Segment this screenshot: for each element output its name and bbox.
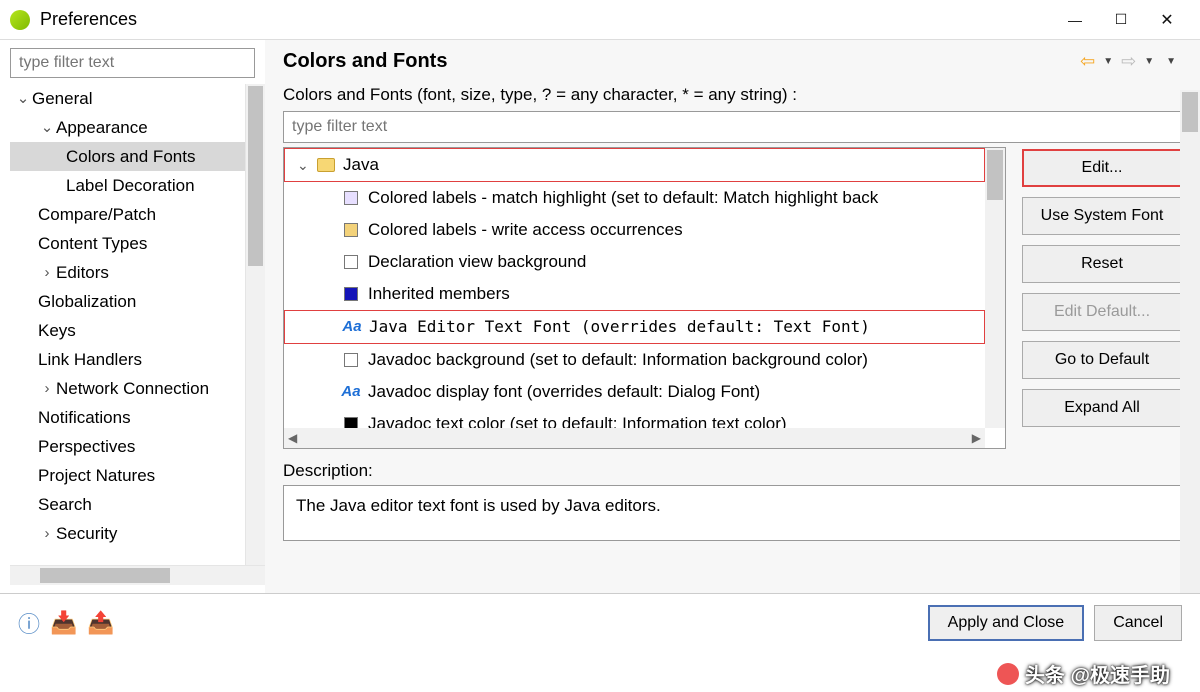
collapse-icon: ⌄ <box>14 84 32 113</box>
edit-button[interactable]: Edit... <box>1022 149 1182 187</box>
tree-item-security[interactable]: ›Security <box>10 519 245 548</box>
list-item[interactable]: Javadoc background (set to default: Info… <box>284 344 985 376</box>
import-icon[interactable]: 📥 <box>50 610 77 636</box>
description-label: Description: <box>283 461 1182 481</box>
list-category-java[interactable]: ⌄ Java <box>284 148 985 182</box>
tree-item-colors-fonts[interactable]: Colors and Fonts <box>10 142 245 171</box>
expand-icon: › <box>38 374 56 403</box>
tree-scrollbar[interactable] <box>245 84 265 565</box>
tree-item-compare-patch[interactable]: Compare/Patch <box>10 200 245 229</box>
folder-icon <box>315 156 337 174</box>
list-item[interactable]: Inherited members <box>284 278 985 310</box>
collapse-icon: ⌄ <box>38 113 56 142</box>
nav-forward-icon[interactable]: ⇨ <box>1119 51 1138 72</box>
list-item[interactable]: Colored labels - write access occurrence… <box>284 214 985 246</box>
tree-item-link-handlers[interactable]: Link Handlers <box>10 345 245 374</box>
preferences-tree[interactable]: ⌄General ⌄Appearance Colors and Fonts La… <box>10 84 245 565</box>
dialog-button-bar: ⓘ 📥 📤 Apply and Close Cancel <box>0 594 1200 652</box>
color-swatch-icon <box>340 285 362 303</box>
export-icon[interactable]: 📤 <box>87 610 114 636</box>
preferences-page: Colors and Fonts ⇦ ▼ ⇨ ▼ ▼ Colors and Fo… <box>265 40 1200 593</box>
tree-hscrollbar[interactable] <box>10 565 265 585</box>
expand-icon: › <box>38 519 56 548</box>
apply-and-close-button[interactable]: Apply and Close <box>928 605 1085 641</box>
color-swatch-icon <box>340 351 362 369</box>
colors-fonts-filter-input[interactable] <box>283 111 1182 143</box>
list-vscrollbar[interactable] <box>985 148 1005 428</box>
minimize-button[interactable]: — <box>1052 4 1098 36</box>
list-item[interactable]: Javadoc text color (set to default: Info… <box>284 408 985 428</box>
color-swatch-icon <box>340 189 362 207</box>
tree-item-label-decorations[interactable]: Label Decoration <box>10 171 245 200</box>
filter-hint-label: Colors and Fonts (font, size, type, ? = … <box>283 85 1182 105</box>
tree-filter-input[interactable] <box>10 48 255 78</box>
reset-button[interactable]: Reset <box>1022 245 1182 283</box>
help-icon[interactable]: ⓘ <box>18 607 40 639</box>
goto-default-button[interactable]: Go to Default <box>1022 341 1182 379</box>
tree-item-content-types[interactable]: Content Types <box>10 229 245 258</box>
list-hscrollbar[interactable]: ◀▶ <box>284 428 985 448</box>
app-icon <box>10 10 30 30</box>
cancel-button[interactable]: Cancel <box>1094 605 1182 641</box>
scroll-right-icon[interactable]: ▶ <box>972 431 981 445</box>
tree-item-network[interactable]: ›Network Connection <box>10 374 245 403</box>
tree-item-perspectives[interactable]: Perspectives <box>10 432 245 461</box>
font-icon: Aa <box>340 383 362 401</box>
watermark-icon <box>997 663 1019 685</box>
window-title: Preferences <box>40 9 137 30</box>
nav-back-drop-icon[interactable]: ▼ <box>1097 56 1119 67</box>
tree-item-project-natures[interactable]: Project Natures <box>10 461 245 490</box>
list-item[interactable]: Declaration view background <box>284 246 985 278</box>
nav-menu-icon[interactable]: ▼ <box>1160 56 1182 67</box>
tree-item-general[interactable]: ⌄General <box>10 84 245 113</box>
nav-back-icon[interactable]: ⇦ <box>1078 51 1097 72</box>
font-icon: Aa <box>341 318 363 336</box>
page-scrollbar[interactable] <box>1180 90 1200 593</box>
color-swatch-icon <box>340 221 362 239</box>
expand-icon: › <box>38 258 56 287</box>
color-swatch-icon <box>340 253 362 271</box>
preferences-tree-pane: ⌄General ⌄Appearance Colors and Fonts La… <box>0 40 265 593</box>
list-item-java-editor-font[interactable]: Aa Java Editor Text Font (overrides defa… <box>284 310 985 344</box>
maximize-button[interactable]: ☐ <box>1098 4 1144 36</box>
watermark: 头条 @极速手助 <box>997 659 1170 688</box>
colors-fonts-tree[interactable]: ⌄ Java Colored labels - match highlight … <box>283 147 1006 449</box>
tree-item-keys[interactable]: Keys <box>10 316 245 345</box>
use-system-font-button[interactable]: Use System Font <box>1022 197 1182 235</box>
expand-all-button[interactable]: Expand All <box>1022 389 1182 427</box>
collapse-icon: ⌄ <box>297 151 315 179</box>
tree-item-editors[interactable]: ›Editors <box>10 258 245 287</box>
tree-item-appearance[interactable]: ⌄Appearance <box>10 113 245 142</box>
tree-item-notifications[interactable]: Notifications <box>10 403 245 432</box>
description-text: The Java editor text font is used by Jav… <box>283 485 1182 541</box>
tree-item-globalization[interactable]: Globalization <box>10 287 245 316</box>
close-button[interactable]: ✕ <box>1144 4 1190 36</box>
color-swatch-icon <box>340 415 362 428</box>
scroll-left-icon[interactable]: ◀ <box>288 431 297 445</box>
page-title: Colors and Fonts <box>283 50 447 73</box>
titlebar: Preferences — ☐ ✕ <box>0 0 1200 40</box>
nav-forward-drop-icon[interactable]: ▼ <box>1138 56 1160 67</box>
edit-default-button: Edit Default... <box>1022 293 1182 331</box>
list-item[interactable]: Colored labels - match highlight (set to… <box>284 182 985 214</box>
tree-item-search[interactable]: Search <box>10 490 245 519</box>
list-item[interactable]: Aa Javadoc display font (overrides defau… <box>284 376 985 408</box>
